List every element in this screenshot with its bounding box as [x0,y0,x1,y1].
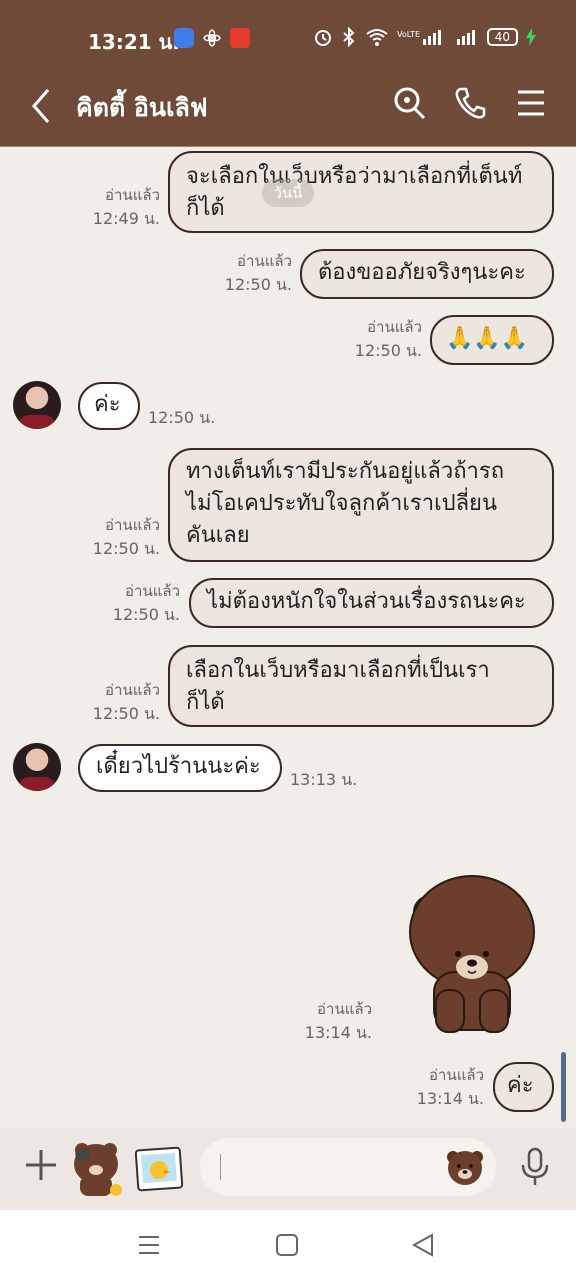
chat-area[interactable]: อ่านแล้ว 12:49 น. จะเลือกในเว็บหรือว่ามา… [0,146,576,1128]
system-navigation-bar [0,1210,576,1280]
search-icon [394,87,426,120]
read-status: อ่านแล้ว [237,252,292,270]
signal-2-icon [456,30,475,45]
back-triangle-icon [411,1233,433,1257]
chevron-left-icon [32,89,50,123]
read-status: อ่านแล้ว [105,186,160,204]
charging-icon [526,28,536,46]
message-time: 12:50 น. [112,605,180,624]
message-input[interactable] [200,1138,496,1196]
shop-notification-icon [230,28,250,48]
bluetooth-icon [343,27,355,47]
contact-avatar[interactable] [13,381,61,429]
message-meta: อ่านแล้ว 12:50 น. [80,514,160,560]
microphone-icon [521,1147,549,1185]
plus-icon [26,1150,56,1180]
message-time: 12:50 น. [92,539,160,558]
message-time: 12:49 น. [92,209,160,228]
contact-avatar[interactable] [13,743,61,791]
bear-emoji-icon [447,1151,483,1185]
back-button[interactable] [28,86,56,130]
recent-apps-icon [139,1236,159,1254]
emoji-button[interactable] [444,1146,486,1192]
brown-bear-sticker[interactable] [402,872,542,1042]
battery-level: 40 [486,28,518,46]
incoming-message-bubble[interactable]: เดี๋ยวไปร้านนะค่ะ [78,744,282,792]
signal-icon: VoLTE [397,30,441,45]
home-button[interactable] [274,1232,300,1262]
app-notification-icon [174,28,194,48]
message-meta: อ่านแล้ว 12:50 น. [100,580,180,626]
message-time: 13:14 น. [304,1023,372,1042]
home-icon [276,1234,298,1256]
voice-button[interactable] [518,1146,552,1192]
incoming-message-bubble[interactable]: ค่ะ [78,382,140,430]
message-meta: อ่านแล้ว 13:14 น. [404,1064,484,1110]
read-status: อ่านแล้ว [317,1000,372,1018]
fan-notification-icon [202,28,222,48]
message-time: 12:50 น. [148,408,216,427]
phone-icon [455,87,486,119]
message-time: 12:50 น. [92,704,160,723]
status-time: 13:21 น. [88,30,180,54]
chat-title[interactable]: คิตตี้ อินเลิฟ [76,88,208,128]
alarm-icon [314,30,331,46]
add-button[interactable] [22,1146,60,1188]
read-status: อ่านแล้ว [105,681,160,699]
outgoing-message-bubble[interactable]: ไม่ต้องหนักใจในส่วนเรื่องรถนะคะ [189,578,554,628]
outgoing-message-bubble[interactable]: ทางเต็นท์เรามีประกันอยู่แล้วถ้ารถ ไม่โอเ… [168,448,554,562]
status-icons: VoLTE 40 [313,27,536,47]
message-meta: อ่านแล้ว 13:14 น. [292,998,372,1044]
outgoing-message-bubble[interactable]: เลือกในเว็บหรือมาเลือกที่เป็นเรา ก็ได้ [168,645,554,727]
svg-text:VoLTE: VoLTE [397,30,420,39]
status-bar: 13:21 น. VoLTE 40 [0,0,576,70]
message-time: 12:50 น. [354,341,422,360]
date-chip: วันนี้ [262,179,314,207]
call-button[interactable] [454,86,486,124]
message-meta: อ่านแล้ว 12:49 น. [80,184,160,230]
message-meta: 13:13 น. [290,768,357,791]
read-status: อ่านแล้ว [429,1066,484,1084]
chat-header: คิตตี้ อินเลิฟ [0,70,576,147]
input-bar [0,1128,576,1210]
message-meta: อ่านแล้ว 12:50 น. [80,679,160,725]
message-meta: 12:50 น. [148,406,215,429]
photo-sticker-icon [134,1146,184,1192]
message-time: 12:50 น. [224,275,292,294]
wifi-icon [366,29,388,46]
read-status: อ่านแล้ว [367,318,422,336]
message-time: 13:13 น. [290,770,358,789]
message-meta: อ่านแล้ว 12:50 น. [212,250,292,296]
read-status: อ่านแล้ว [125,582,180,600]
outgoing-message-bubble[interactable]: ต้องขออภัยจริงๆนะคะ [300,249,554,299]
scrollbar[interactable] [561,1052,566,1122]
sticker-button[interactable] [70,1138,126,1198]
outgoing-message-bubble[interactable]: 🙏🙏🙏 [430,315,554,365]
outgoing-message-bubble[interactable]: จะเลือกในเว็บหรือว่ามาเลือกที่เต็นท์ ก็ไ… [168,151,554,233]
text-caret [220,1154,221,1180]
outgoing-message-bubble[interactable]: ค่ะ [493,1062,554,1112]
menu-button[interactable] [516,86,546,124]
message-meta: อ่านแล้ว 12:50 น. [342,316,422,362]
brown-sticker-icon [74,1143,122,1196]
hamburger-menu-icon [518,90,544,116]
photo-button[interactable] [134,1144,184,1194]
recent-apps-button[interactable] [136,1232,162,1262]
message-time: 13:14 น. [416,1089,484,1108]
read-status: อ่านแล้ว [105,516,160,534]
back-nav-button[interactable] [410,1232,436,1262]
search-button[interactable] [394,86,426,124]
